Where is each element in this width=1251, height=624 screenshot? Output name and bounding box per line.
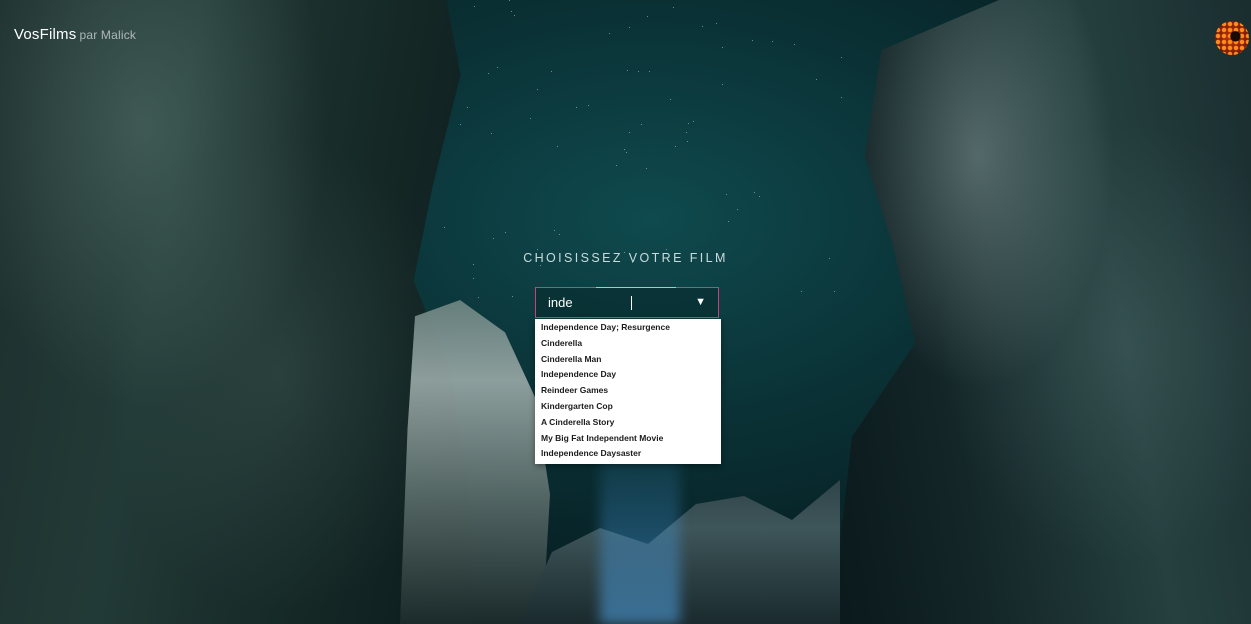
star bbox=[609, 32, 611, 34]
star bbox=[477, 297, 479, 299]
brand-name: VosFilms bbox=[14, 26, 77, 43]
film-combobox[interactable]: ▼ bbox=[535, 287, 719, 318]
star bbox=[559, 234, 561, 236]
text-cursor bbox=[631, 296, 632, 310]
picker-title: CHOISISSEZ VOTRE FILM bbox=[523, 251, 728, 265]
star bbox=[675, 146, 677, 148]
star bbox=[722, 84, 724, 86]
triangle-down-icon[interactable]: ▼ bbox=[695, 296, 706, 308]
star bbox=[649, 70, 651, 72]
star bbox=[669, 99, 671, 101]
suggestion-item[interactable]: Independence Daysaster bbox=[535, 446, 721, 462]
star bbox=[550, 71, 552, 72]
star bbox=[728, 221, 730, 223]
star bbox=[672, 7, 674, 9]
brand-logo-text[interactable]: VosFilms par Malick bbox=[14, 26, 136, 43]
star bbox=[627, 69, 629, 71]
suggestions-list: Independence Day; Resurgence Cinderella … bbox=[535, 319, 721, 465]
star bbox=[553, 229, 555, 231]
film-search-input[interactable] bbox=[536, 288, 686, 317]
star bbox=[490, 133, 492, 135]
star bbox=[716, 22, 718, 24]
star bbox=[834, 290, 836, 292]
star bbox=[772, 40, 774, 42]
star bbox=[474, 6, 476, 8]
suggestion-item[interactable]: A Cinderella Story bbox=[535, 415, 721, 431]
star bbox=[841, 56, 843, 58]
star bbox=[800, 290, 802, 292]
star bbox=[722, 47, 724, 49]
star bbox=[693, 120, 695, 122]
right-rock-cliff bbox=[831, 0, 1251, 624]
suggestion-item[interactable]: Independence Day; Resurgence bbox=[535, 320, 721, 336]
bottom-rocks bbox=[520, 480, 840, 624]
star bbox=[473, 277, 475, 279]
star bbox=[645, 168, 647, 170]
star bbox=[816, 79, 818, 81]
star bbox=[488, 73, 490, 75]
star bbox=[514, 15, 515, 17]
snowy-rock bbox=[400, 300, 550, 624]
star bbox=[686, 132, 688, 134]
star bbox=[504, 231, 506, 233]
star bbox=[637, 70, 639, 72]
left-rock-cliff bbox=[0, 0, 470, 624]
star bbox=[640, 124, 642, 126]
suggestion-item[interactable]: Kindergarten Cop bbox=[535, 399, 721, 415]
star bbox=[557, 146, 559, 148]
star bbox=[466, 106, 468, 108]
star bbox=[626, 151, 628, 153]
star bbox=[616, 165, 618, 167]
star bbox=[511, 295, 513, 297]
star bbox=[587, 105, 589, 107]
star bbox=[536, 88, 538, 90]
suggestion-item[interactable]: My Big Fat Independent Movie bbox=[535, 431, 721, 447]
star bbox=[629, 131, 631, 133]
star bbox=[794, 43, 796, 45]
star bbox=[752, 39, 754, 41]
star bbox=[536, 249, 538, 251]
star bbox=[530, 118, 532, 120]
star bbox=[510, 11, 512, 13]
suggestion-item[interactable]: Cinderella bbox=[535, 336, 721, 352]
star bbox=[736, 209, 738, 211]
star bbox=[841, 97, 843, 99]
star bbox=[647, 15, 649, 17]
star bbox=[460, 123, 461, 125]
star bbox=[509, 0, 511, 2]
star bbox=[753, 192, 755, 194]
star bbox=[686, 140, 688, 142]
star bbox=[687, 123, 689, 125]
star bbox=[443, 226, 445, 228]
star bbox=[624, 148, 626, 150]
star bbox=[725, 194, 727, 196]
star bbox=[575, 107, 577, 109]
star bbox=[758, 195, 760, 197]
sunburst-logo-icon[interactable] bbox=[1215, 21, 1249, 55]
star bbox=[629, 27, 631, 29]
page-background: VosFilms par Malick CHOISISSEZ VOTRE FILM… bbox=[0, 0, 1251, 624]
suggestion-item[interactable]: Cinderella Man bbox=[535, 352, 721, 368]
suggestion-item[interactable]: Independence Day bbox=[535, 367, 721, 383]
star bbox=[492, 237, 494, 239]
star bbox=[702, 25, 704, 27]
star bbox=[497, 67, 499, 69]
suggestion-item[interactable]: Reindeer Games bbox=[535, 383, 721, 399]
brand-byline: par Malick bbox=[79, 28, 137, 42]
star bbox=[540, 265, 542, 267]
